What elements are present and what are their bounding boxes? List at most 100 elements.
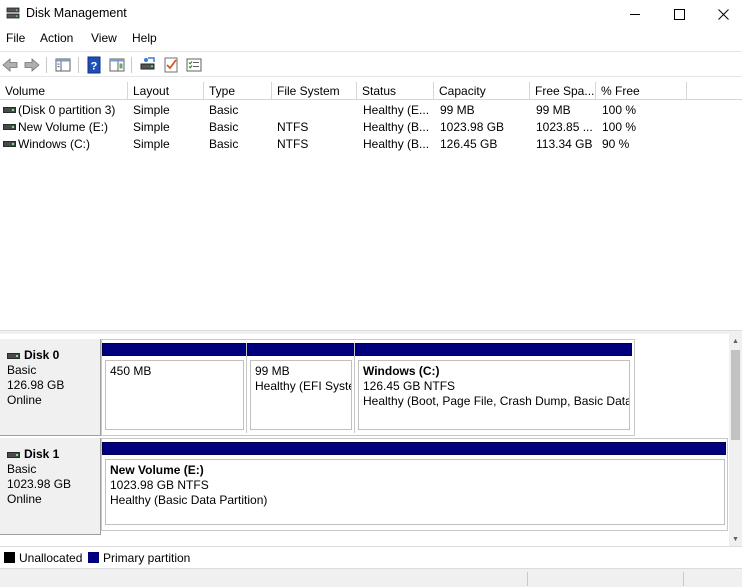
disk-0-partitions: 450 MB 99 MB Healthy (EFI Syste Windows … bbox=[101, 339, 635, 436]
minimize-icon bbox=[629, 13, 640, 15]
cell-capacity: 126.45 GB bbox=[440, 137, 498, 151]
menu-action[interactable]: Action bbox=[40, 31, 73, 45]
cell-layout: Simple bbox=[133, 103, 170, 117]
status-bar bbox=[0, 568, 742, 587]
primary-partition-swatch bbox=[88, 552, 99, 563]
show-hide-button[interactable] bbox=[107, 55, 127, 75]
disk-state: Online bbox=[7, 393, 42, 407]
column-header-percent-free[interactable]: % Free bbox=[596, 82, 687, 100]
cell-percent-free: 100 % bbox=[602, 103, 637, 117]
connect-disk-button[interactable] bbox=[138, 55, 158, 75]
disk-graphical-view: Disk 0 Basic 126.98 GB Online 450 MB 99 … bbox=[0, 334, 742, 546]
partition-info: 450 MB bbox=[105, 360, 244, 430]
window-title: Disk Management bbox=[26, 6, 127, 20]
maximize-button[interactable] bbox=[656, 0, 702, 28]
column-header-type[interactable]: Type bbox=[204, 82, 272, 100]
table-row[interactable]: Windows (C:) Simple Basic NTFS Healthy (… bbox=[0, 135, 742, 152]
disk-1-partitions: New Volume (E:) 1023.98 GB NTFS Healthy … bbox=[101, 438, 728, 531]
back-icon bbox=[2, 58, 18, 72]
partition-status: Healthy (Boot, Page File, Crash Dump, Ba… bbox=[363, 394, 630, 408]
table-row[interactable]: New Volume (E:) Simple Basic NTFS Health… bbox=[0, 118, 742, 135]
disk-size: 126.98 GB bbox=[7, 378, 65, 392]
menu-help[interactable]: Help bbox=[132, 31, 157, 45]
cell-layout: Simple bbox=[133, 120, 170, 134]
menu-file[interactable]: File bbox=[6, 31, 25, 45]
connect-disk-icon bbox=[140, 57, 155, 70]
disk-0-label[interactable]: Disk 0 Basic 126.98 GB Online bbox=[0, 339, 101, 436]
scroll-down-icon[interactable]: ▼ bbox=[729, 532, 742, 546]
legend-unallocated-label: Unallocated bbox=[19, 551, 83, 565]
partition-block[interactable]: 450 MB bbox=[102, 343, 246, 433]
disk-icon bbox=[7, 352, 20, 359]
unallocated-swatch bbox=[4, 552, 15, 563]
primary-partition-bar bbox=[102, 343, 246, 356]
toolbar-separator bbox=[131, 57, 132, 73]
cell-free-space: 113.34 GB bbox=[536, 137, 593, 151]
cell-free-space: 99 MB bbox=[536, 103, 571, 117]
table-row[interactable]: (Disk 0 partition 3) Simple Basic Health… bbox=[0, 101, 742, 118]
forward-icon bbox=[24, 58, 40, 72]
cell-status: Healthy (E... bbox=[363, 103, 430, 117]
scrollbar-thumb[interactable] bbox=[731, 350, 740, 440]
maximize-icon bbox=[673, 8, 685, 20]
cell-percent-free: 100 % bbox=[602, 120, 637, 134]
disk-type: Basic bbox=[7, 462, 37, 476]
cell-status: Healthy (B... bbox=[363, 120, 430, 134]
legend-primary-partition-label: Primary partition bbox=[103, 551, 191, 565]
volume-icon bbox=[3, 141, 16, 147]
cell-status: Healthy (B... bbox=[363, 137, 430, 151]
back-button[interactable] bbox=[0, 55, 20, 75]
properties-button[interactable] bbox=[184, 55, 204, 75]
check-button[interactable] bbox=[161, 55, 181, 75]
disk-state: Online bbox=[7, 492, 42, 506]
cell-capacity: 1023.98 GB bbox=[440, 120, 505, 134]
minimize-button[interactable] bbox=[612, 0, 658, 28]
disk-view-scrollbar[interactable]: ▲ ▼ bbox=[729, 334, 742, 546]
legend: Unallocated Primary partition bbox=[0, 546, 742, 568]
help-button[interactable]: ? bbox=[84, 55, 104, 75]
cell-volume: (Disk 0 partition 3) bbox=[18, 103, 116, 117]
column-header-file-system[interactable]: File System bbox=[272, 82, 357, 100]
column-header-capacity[interactable]: Capacity bbox=[434, 82, 530, 100]
disk-name: Disk 1 bbox=[24, 447, 60, 461]
properties-icon bbox=[186, 58, 202, 72]
partition-name: New Volume (E:) bbox=[110, 463, 204, 477]
toolbar-separator bbox=[78, 57, 79, 73]
partition-block[interactable]: 99 MB Healthy (EFI Syste bbox=[246, 343, 354, 433]
column-header-free-space[interactable]: Free Spa... bbox=[530, 82, 596, 100]
partition-name: Windows (C:) bbox=[363, 364, 440, 378]
cell-file-system: NTFS bbox=[277, 120, 309, 134]
title-bar: Disk Management bbox=[0, 0, 742, 28]
check-icon bbox=[164, 57, 178, 73]
disk-management-window: Disk Management File Action View Help ? bbox=[0, 0, 742, 587]
primary-partition-bar bbox=[355, 343, 632, 356]
column-header-layout[interactable]: Layout bbox=[128, 82, 204, 100]
forward-button[interactable] bbox=[22, 55, 42, 75]
disk-1-label[interactable]: Disk 1 Basic 1023.98 GB Online bbox=[0, 438, 101, 535]
partition-size: 450 MB bbox=[110, 364, 152, 378]
cell-layout: Simple bbox=[133, 137, 170, 151]
cell-file-system: NTFS bbox=[277, 137, 309, 151]
primary-partition-bar bbox=[102, 442, 726, 455]
menu-view[interactable]: View bbox=[91, 31, 117, 45]
cell-type: Basic bbox=[209, 103, 239, 117]
disk-size: 1023.98 GB bbox=[7, 477, 72, 491]
partition-status: Healthy (EFI Syste bbox=[255, 379, 352, 393]
disk-icon bbox=[7, 451, 20, 458]
volume-icon bbox=[3, 107, 16, 113]
partition-size: 1023.98 GB NTFS bbox=[110, 478, 209, 492]
partition-block[interactable]: New Volume (E:) 1023.98 GB NTFS Healthy … bbox=[102, 442, 726, 528]
disk-management-app-icon bbox=[6, 7, 20, 19]
svg-text:?: ? bbox=[91, 61, 98, 73]
partition-info: New Volume (E:) 1023.98 GB NTFS Healthy … bbox=[105, 459, 725, 525]
partition-size: 99 MB bbox=[255, 364, 290, 378]
partition-block[interactable]: Windows (C:) 126.45 GB NTFS Healthy (Boo… bbox=[354, 343, 632, 433]
close-button[interactable] bbox=[700, 0, 742, 28]
scroll-up-icon[interactable]: ▲ bbox=[729, 334, 742, 348]
disk-name: Disk 0 bbox=[24, 348, 60, 362]
column-header-volume[interactable]: Volume bbox=[0, 82, 128, 100]
console-tree-button[interactable] bbox=[53, 55, 73, 75]
primary-partition-bar bbox=[247, 343, 354, 356]
status-bar-divider bbox=[527, 572, 528, 586]
column-header-status[interactable]: Status bbox=[357, 82, 434, 100]
